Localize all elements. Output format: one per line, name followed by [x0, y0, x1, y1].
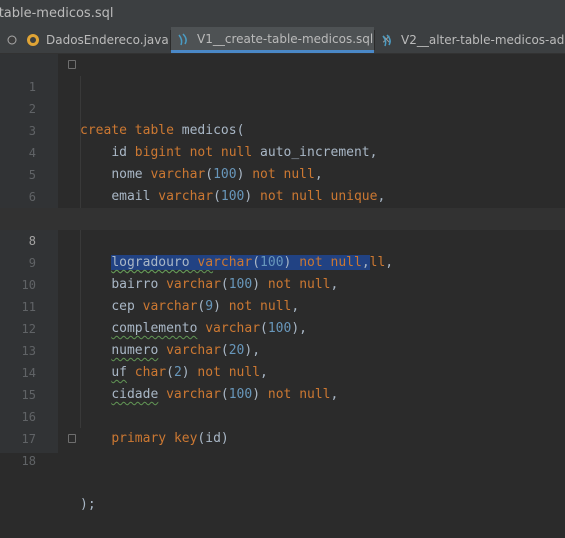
sql-file-icon	[381, 33, 395, 47]
tab-label: V1__create-table-medicos.sql	[197, 31, 374, 46]
pin-icon	[6, 34, 18, 46]
java-class-icon	[26, 33, 40, 47]
code-line: 11 complemento varchar(100),	[0, 274, 565, 336]
code-line: 17	[0, 406, 565, 446]
fold-icon[interactable]	[68, 434, 76, 443]
code-line: 18 );	[0, 428, 565, 512]
code-line: 1 create table medicos(	[0, 54, 565, 138]
tab-dadosendereco[interactable]: DadosEndereco.java ×	[0, 27, 187, 53]
fold-icon[interactable]	[68, 60, 76, 69]
code-line: 12 numero varchar(20),	[0, 296, 565, 358]
window-title: -table-medicos.sql	[0, 0, 565, 27]
code-line: 5 email varchar(100) not null unique,	[0, 142, 565, 204]
code-line: 14 cidade varchar(100) not null,	[0, 340, 565, 402]
code-editor[interactable]: 1 create table medicos( 2 3 id bigint no…	[0, 54, 565, 512]
tab-label: V2__alter-table-medicos-add-c	[401, 33, 565, 47]
tab-label: DadosEndereco.java	[46, 33, 169, 47]
line-number: 18	[21, 454, 36, 468]
code-line: 3 id bigint not null auto_increment,	[0, 98, 565, 160]
code-line: 13 uf char(2) not null,	[0, 318, 565, 380]
code-line: 15	[0, 362, 565, 402]
code-line: 4 nome varchar(100) not null,	[0, 120, 565, 182]
sql-file-icon	[177, 32, 191, 46]
code-line: 6 crm varchar(6) not null unique,	[0, 164, 565, 226]
code-line: 9 bairro varchar(100) not null,	[0, 230, 565, 292]
code-line: 10 cep varchar(9) not null,	[0, 252, 565, 314]
code-line: 16 primary key(id)	[0, 384, 565, 446]
editor-tab-bar: DadosEndereco.java × V1__create-table-me…	[0, 27, 565, 54]
code-line: 2	[0, 76, 565, 116]
tab-v1-create-table-medicos[interactable]: V1__create-table-medicos.sql ×	[171, 27, 391, 53]
code-line: 7 especialidade varchar(100) not null,	[0, 186, 565, 270]
code-line-current: 8 logradouro varchar(100) not null,	[0, 208, 565, 270]
tab-v2-alter-table-medicos[interactable]: V2__alter-table-medicos-add-c	[375, 27, 565, 53]
